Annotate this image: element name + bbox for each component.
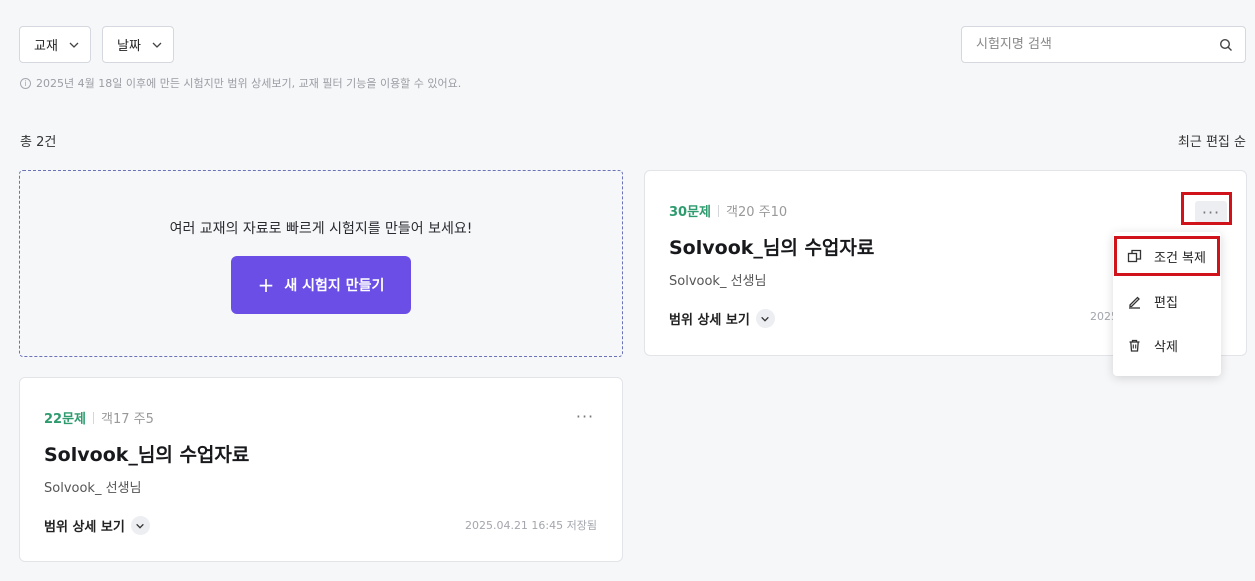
- create-message: 여러 교재의 자료로 빠르게 시험지를 만들어 보세요!: [169, 221, 473, 237]
- divider: [93, 411, 95, 424]
- notice: i 2025년 4월 18일 이후에 만든 시험지만 범위 상세보기, 교재 필…: [20, 75, 461, 91]
- saved-timestamp: 2025.04.21 16:45 저장됨: [464, 519, 597, 532]
- menu-item-label: 조건 복제: [1154, 250, 1206, 266]
- card-author: Solvook_ 선생님: [669, 274, 767, 289]
- search-icon[interactable]: [1219, 38, 1233, 52]
- card-meta: 30문제 객20 주10: [669, 201, 787, 220]
- card-title: Solvook_님의 수업자료: [669, 237, 875, 259]
- new-worksheet-button[interactable]: + 새 시험지 만들기: [231, 256, 411, 314]
- trash-icon: [1129, 339, 1140, 352]
- menu-item-delete[interactable]: 삭제: [1113, 323, 1221, 367]
- question-count: 30문제: [669, 205, 712, 220]
- date-filter-label: 날짜: [117, 39, 141, 54]
- range-detail-label: 범위 상세 보기: [669, 313, 750, 328]
- menu-item-edit[interactable]: 편집: [1113, 279, 1221, 323]
- chevron-down-icon: [755, 309, 775, 328]
- range-detail-label: 범위 상세 보기: [44, 520, 125, 535]
- date-filter[interactable]: 날짜: [102, 26, 174, 63]
- textbook-filter[interactable]: 교재: [19, 26, 91, 63]
- menu-item-label: 편집: [1154, 295, 1178, 311]
- search-input[interactable]: [976, 37, 1219, 52]
- info-icon: i: [20, 77, 31, 89]
- new-worksheet-label: 새 시험지 만들기: [284, 278, 385, 294]
- options-menu: 조건 복제 편집 삭제: [1113, 232, 1221, 376]
- range-detail-toggle[interactable]: 범위 상세 보기: [669, 309, 775, 328]
- total-count: 총 2건: [20, 135, 57, 150]
- sort-selector[interactable]: 최근 편집 순: [1178, 131, 1246, 150]
- card-title: Solvook_님의 수업자료: [44, 444, 250, 466]
- chevron-down-icon: [69, 42, 79, 48]
- chevron-down-icon: [152, 42, 162, 48]
- more-options-button[interactable]: ···: [1195, 201, 1227, 223]
- textbook-filter-label: 교재: [34, 39, 58, 54]
- pencil-icon: [1129, 296, 1140, 309]
- notice-text: 2025년 4월 18일 이후에 만든 시험지만 범위 상세보기, 교재 필터 …: [36, 77, 462, 90]
- card-meta: 22문제 객17 주5: [44, 408, 154, 427]
- menu-item-duplicate[interactable]: 조건 복제: [1113, 234, 1221, 278]
- menu-item-label: 삭제: [1154, 339, 1178, 355]
- chevron-down-icon: [130, 516, 150, 535]
- divider: [718, 204, 720, 217]
- card-author: Solvook_ 선생님: [44, 481, 142, 496]
- question-count: 22문제: [44, 412, 87, 427]
- question-breakdown: 객20 주10: [726, 205, 788, 220]
- more-icon: ···: [575, 406, 595, 426]
- copy-icon: [1127, 249, 1142, 262]
- range-detail-toggle[interactable]: 범위 상세 보기: [44, 516, 150, 535]
- more-options-button[interactable]: ···: [569, 405, 601, 427]
- worksheet-card[interactable]: 22문제 객17 주5 Solvook_님의 수업자료 Solvook_ 선생님…: [19, 377, 623, 562]
- question-breakdown: 객17 주5: [101, 412, 154, 427]
- more-icon: ···: [1201, 202, 1221, 222]
- create-worksheet-card: 여러 교재의 자료로 빠르게 시험지를 만들어 보세요! + 새 시험지 만들기: [19, 170, 623, 357]
- plus-icon: +: [257, 273, 275, 297]
- search-box: [961, 26, 1246, 63]
